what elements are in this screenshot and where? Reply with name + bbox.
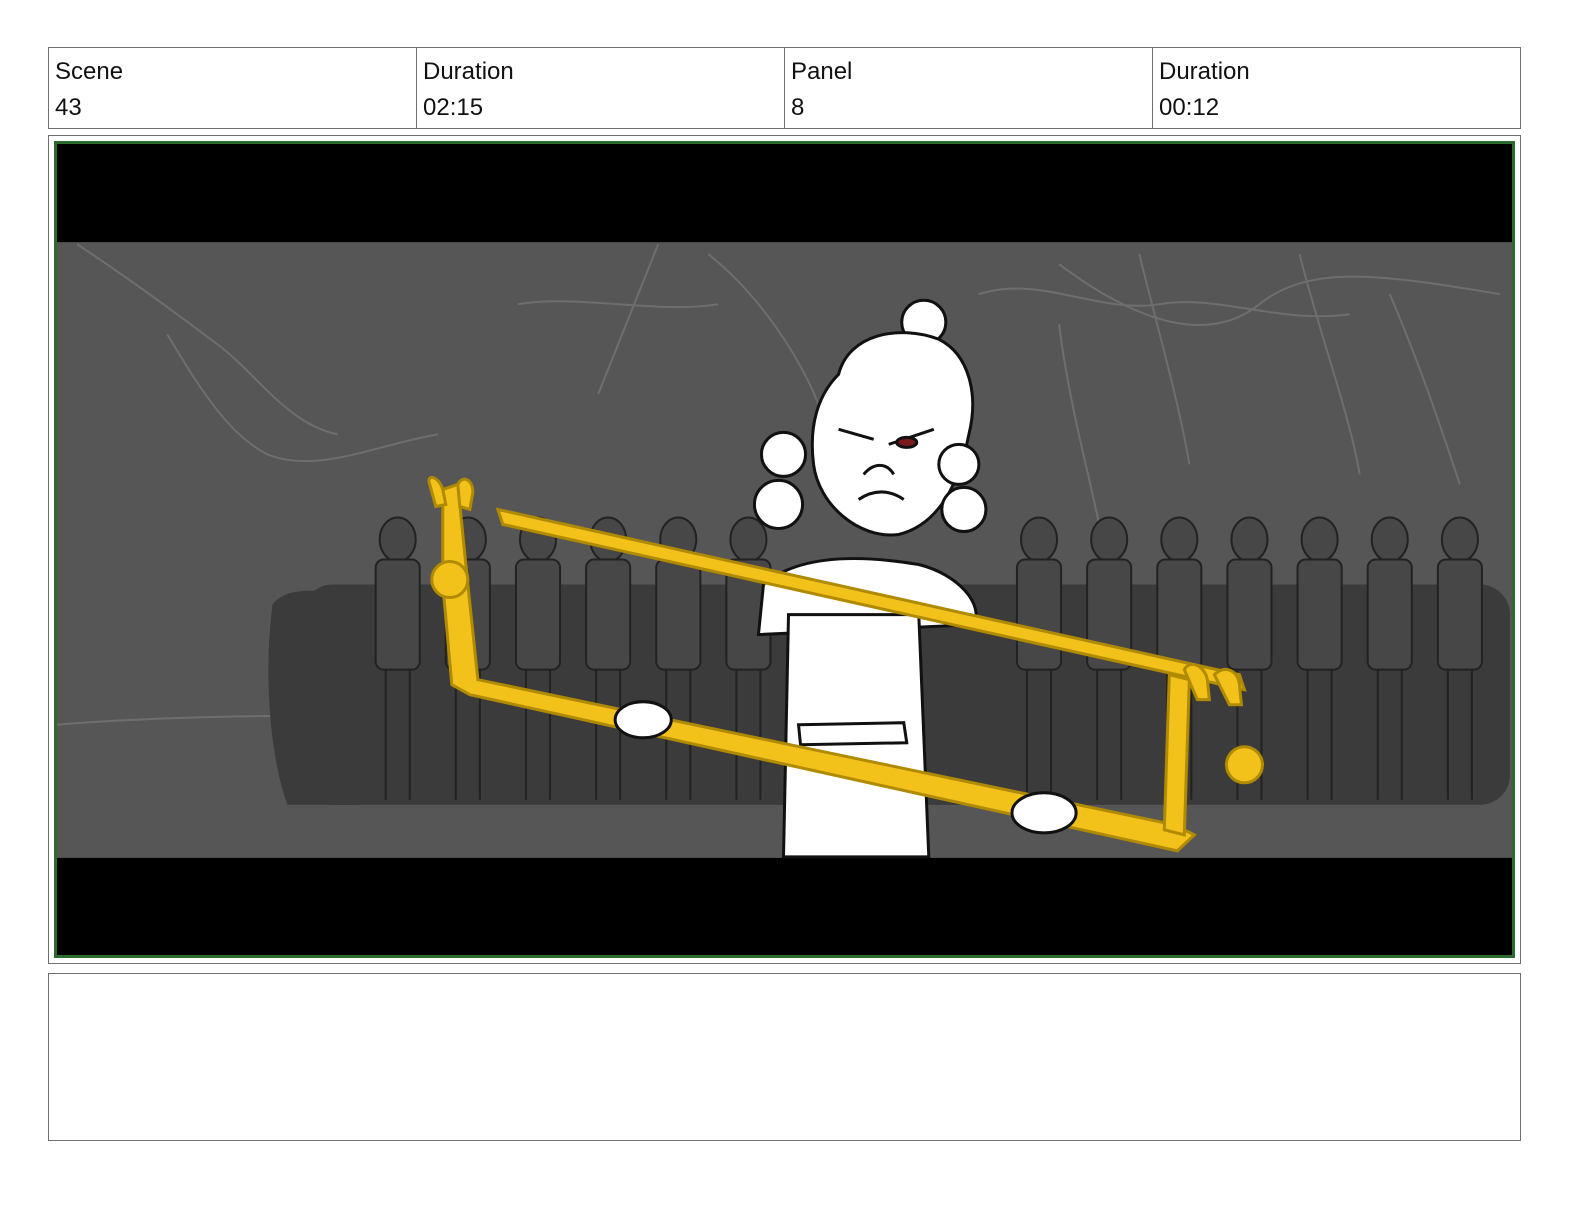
scene-info-header: Scene 43 Duration 02:15 Panel 8 Duration… [48,47,1521,129]
scene-value: 43 [55,94,82,121]
panel-duration-label: Duration [1159,58,1250,85]
panel-duration-value: 00:12 [1159,94,1220,121]
panel-duration-cell: Duration 00:12 [1153,48,1520,128]
storyboard-sketch-image [57,144,1512,955]
scene-label: Scene [55,58,124,85]
panel-cell: Panel 8 [785,48,1153,128]
scene-duration-value: 02:15 [423,94,484,121]
panel-label: Panel [791,58,853,85]
notes-box [48,973,1521,1141]
scene-cell: Scene 43 [49,48,417,128]
scene-duration-cell: Duration 02:15 [417,48,785,128]
panel-value: 8 [791,94,805,121]
storyboard-panel-frame [48,135,1521,964]
storyboard-panel-image [54,141,1515,958]
scene-duration-label: Duration [423,58,514,85]
